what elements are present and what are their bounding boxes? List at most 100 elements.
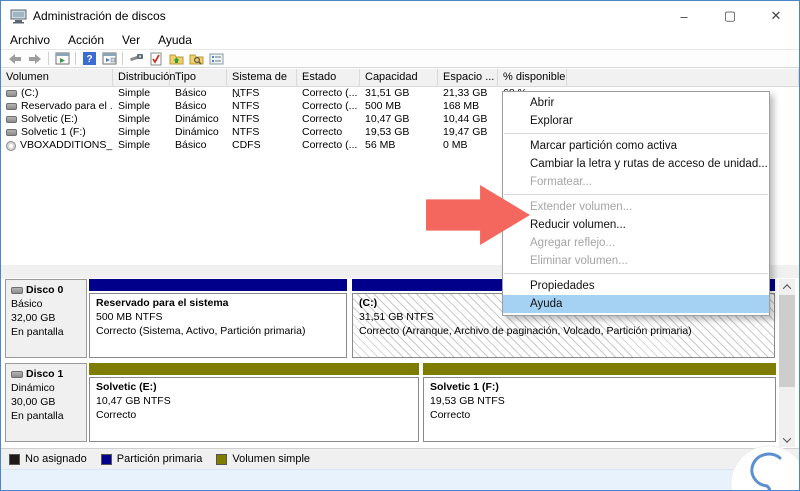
cell-capacidad: 500 MB	[365, 100, 402, 112]
menu-ayuda[interactable]: Ayuda	[149, 33, 201, 47]
disk-name: Disco 1	[26, 368, 64, 380]
cell-sistema: NTFS	[232, 87, 260, 99]
cell-espacio: 0 MB	[443, 139, 468, 151]
scroll-up-icon[interactable]	[779, 279, 795, 294]
cell-distribucion: Simple	[118, 87, 151, 99]
disk-0-label-tile[interactable]: Disco 0 Básico 32,00 GB En pantalla	[5, 279, 87, 358]
legend-bar: No asignado Partición primaria Volumen s…	[1, 448, 799, 469]
drive-icon	[6, 90, 17, 97]
cell-tipo: Básico	[175, 87, 207, 99]
close-button[interactable]: ✕	[753, 1, 799, 31]
help-icon[interactable]: ?	[79, 51, 99, 66]
column-header-volumen[interactable]: Volumen	[1, 68, 113, 87]
forward-icon[interactable]	[25, 51, 45, 66]
partition-color-band	[89, 363, 419, 375]
window-title: Administración de discos	[33, 9, 166, 23]
partition-reservado[interactable]: Reservado para el sistema 500 MB NTFS Co…	[89, 279, 347, 358]
menu-item-agregar-reflejo: Agregar reflejo...	[530, 237, 616, 249]
toolbar: ?	[1, 49, 799, 68]
partition-size: 500 MB NTFS	[96, 311, 163, 323]
menu-ver[interactable]: Ver	[113, 33, 149, 47]
menu-bar: Archivo Acción Ver Ayuda	[1, 31, 799, 49]
console-export-icon[interactable]	[99, 51, 119, 66]
volume-name: Solvetic (E:)	[21, 113, 78, 125]
cell-estado: Correcto (...	[302, 139, 358, 151]
disk-size: 30,00 GB	[11, 396, 56, 408]
minimize-button[interactable]: –	[661, 1, 707, 31]
column-header-distribucion[interactable]: Distribución	[113, 68, 175, 87]
partition-name: Solvetic (E:)	[96, 381, 157, 393]
partition-status: Correcto (Arranque, Archivo de paginació…	[359, 325, 692, 337]
menu-item-explorar[interactable]: Explorar	[503, 112, 769, 130]
cell-espacio: 168 MB	[443, 100, 480, 112]
console-window-icon[interactable]	[52, 51, 72, 66]
cell-estado: Correcto	[302, 126, 343, 138]
column-header-disponible[interactable]: % disponible	[498, 68, 567, 87]
column-header-estado[interactable]: Estado	[297, 68, 360, 87]
tool-icon[interactable]	[126, 51, 146, 66]
context-menu: Abrir Explorar Marcar partición como act…	[502, 91, 770, 316]
partition-name: Solvetic 1 (F:)	[430, 381, 499, 393]
menu-separator	[504, 194, 768, 195]
disk-name: Disco 0	[26, 284, 64, 296]
menu-item-abrir[interactable]: Abrir	[503, 94, 769, 112]
drive-icon	[6, 103, 17, 110]
legend-label: Partición primaria	[116, 453, 203, 465]
menu-item-cambiar-letra[interactable]: Cambiar la letra y rutas de acceso de un…	[503, 155, 769, 173]
toolbar-separator	[48, 52, 49, 65]
partition-color-band	[89, 279, 347, 291]
cell-distribucion: Simple	[118, 139, 151, 151]
check-document-icon[interactable]	[146, 51, 166, 66]
cell-espacio: 19,47 GB	[443, 126, 488, 138]
back-icon[interactable]	[5, 51, 25, 66]
disk-1-row: Disco 1 Dinámico 30,00 GB En pantalla So…	[5, 363, 776, 442]
menu-item-marcar-particion[interactable]: Marcar partición como activa	[503, 137, 769, 155]
maximize-button[interactable]: ▢	[707, 1, 753, 31]
column-header-capacidad[interactable]: Capacidad	[360, 68, 438, 87]
cell-tipo: Dinámico	[175, 126, 219, 138]
disk-pane-scrollbar[interactable]	[779, 279, 795, 447]
cell-distribucion: Simple	[118, 113, 151, 125]
partition-name: Reservado para el sistema	[96, 297, 229, 309]
partition-solvetic-f[interactable]: Solvetic 1 (F:) 19,53 GB NTFS Correcto	[423, 363, 776, 442]
scrollbar-thumb[interactable]	[779, 295, 795, 387]
folder-up-icon[interactable]	[166, 51, 186, 66]
menu-archivo[interactable]: Archivo	[1, 33, 59, 47]
cell-sistema: CDFS	[232, 139, 261, 151]
legend-label: Volumen simple	[232, 453, 311, 465]
drive-icon	[6, 116, 17, 123]
disk-icon	[11, 370, 23, 378]
column-header-tipo[interactable]: Tipo	[170, 68, 227, 87]
legend-swatch-volumen-simple	[216, 453, 228, 465]
partition-color-band	[423, 363, 776, 375]
menu-item-ayuda[interactable]: Ayuda	[503, 295, 769, 313]
drive-icon	[6, 129, 17, 136]
menu-accion[interactable]: Acción	[59, 33, 113, 47]
cell-capacidad: 19,53 GB	[365, 126, 410, 138]
disk-management-window: Administración de discos – ▢ ✕ Archivo A…	[0, 0, 800, 491]
cell-capacidad: 56 MB	[365, 139, 396, 151]
title-bar: Administración de discos – ▢ ✕	[1, 1, 799, 31]
disk-type: Básico	[11, 298, 43, 310]
menu-item-reducir-volumen[interactable]: Reducir volumen...	[503, 216, 769, 234]
volume-table-header: Volumen Distribución Tipo Sistema de ...…	[1, 68, 799, 100]
cell-espacio: 10,44 GB	[443, 113, 488, 125]
cd-icon	[6, 140, 16, 151]
disk-size: 32,00 GB	[11, 312, 56, 324]
cell-sistema: NTFS	[232, 113, 260, 125]
disk-1-label-tile[interactable]: Disco 1 Dinámico 30,00 GB En pantalla	[5, 363, 87, 442]
cell-tipo: Básico	[175, 100, 207, 112]
partition-size: 19,53 GB NTFS	[430, 395, 505, 407]
folder-search-icon[interactable]	[186, 51, 206, 66]
column-header-espacio[interactable]: Espacio ...	[438, 68, 498, 87]
cell-estado: Correcto (...	[302, 87, 358, 99]
column-header-sistema[interactable]: Sistema de ...	[227, 68, 297, 100]
cell-estado: Correcto (...	[302, 100, 358, 112]
disk-icon	[11, 286, 23, 294]
legend-label: No asignado	[25, 453, 87, 465]
partition-solvetic-e[interactable]: Solvetic (E:) 10,47 GB NTFS Correcto	[89, 363, 419, 442]
menu-item-propiedades[interactable]: Propiedades	[503, 277, 769, 295]
cell-capacidad: 10,47 GB	[365, 113, 410, 125]
properties-icon[interactable]	[206, 51, 226, 66]
solvetic-logo-watermark	[730, 445, 799, 490]
